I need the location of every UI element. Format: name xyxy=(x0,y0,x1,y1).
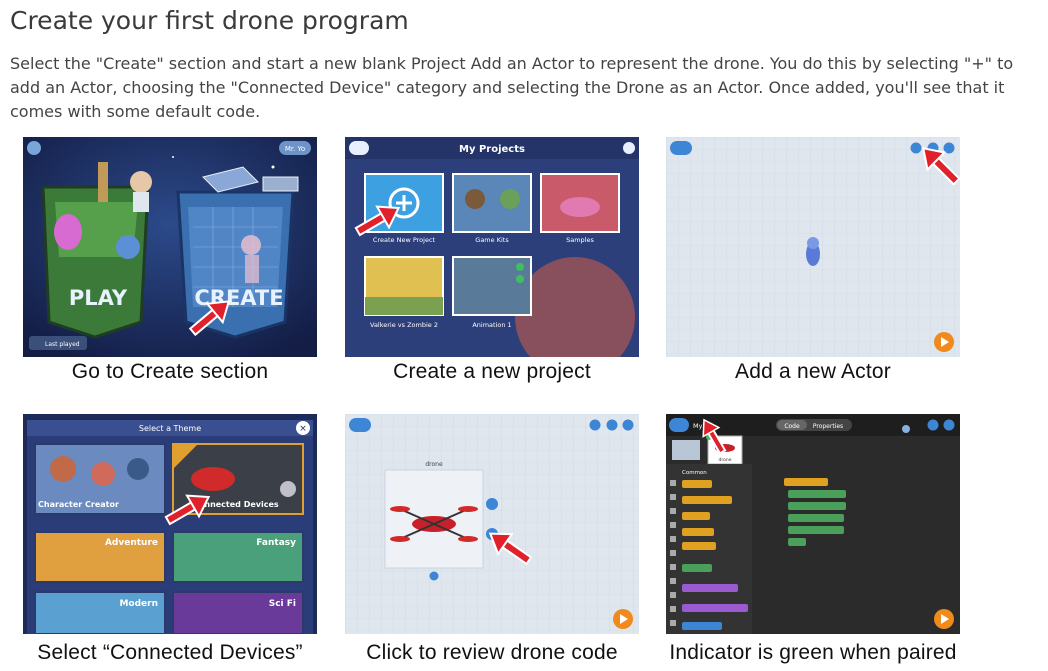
category-label: Common xyxy=(682,470,707,476)
theme-label: Fantasy xyxy=(256,538,296,548)
theme-label: Sci Fi xyxy=(269,599,296,609)
intro-paragraph: Select the "Create" section and start a … xyxy=(10,54,1014,121)
rotate-icon[interactable] xyxy=(429,571,439,581)
debug-icon[interactable] xyxy=(910,142,922,154)
step-caption: Add a new Actor xyxy=(735,360,891,383)
project-label: Create New Project xyxy=(373,236,436,244)
step-caption: Click to review drone code xyxy=(366,641,618,664)
screenshot-my-projects: My Projects Create New Project Game Kits… xyxy=(345,137,639,357)
menu-icon[interactable] xyxy=(623,142,635,154)
screenshot-drone-actor: drone xyxy=(345,414,639,634)
project-label: Game Kits xyxy=(475,236,509,244)
back-icon[interactable] xyxy=(669,418,689,432)
tab-properties[interactable]: Properties xyxy=(813,423,843,430)
debug-icon[interactable] xyxy=(589,419,601,431)
project-label: Samples xyxy=(566,236,594,244)
back-icon[interactable] xyxy=(349,418,371,432)
step-caption: Create a new project xyxy=(393,360,591,383)
my-projects-header: My Projects xyxy=(459,144,525,155)
theme-label: Character Creator xyxy=(38,500,119,509)
step-caption: Select “Connected Devices” xyxy=(37,641,303,664)
step-caption: Go to Create section xyxy=(71,360,269,383)
back-icon[interactable] xyxy=(670,141,692,155)
svg-text:×: × xyxy=(299,424,307,434)
screenshot-create-section: PLAY CREATE Mr. Yo Last played xyxy=(23,137,317,357)
screenshot-select-theme: Select a Theme × Character Creator Conne… xyxy=(23,414,317,634)
theme-label: Modern xyxy=(119,599,158,609)
settings-icon[interactable] xyxy=(902,425,910,433)
screenshot-add-actor xyxy=(666,137,960,357)
actor-label: drone xyxy=(425,461,443,468)
create-label[interactable]: CREATE xyxy=(194,286,283,310)
menu-icon[interactable] xyxy=(622,419,634,431)
screenshot-code-editor: My P Code Properties drone Common xyxy=(666,414,960,634)
user-badge-text: Mr. Yo xyxy=(285,145,305,153)
edit-icon[interactable] xyxy=(486,498,498,510)
add-icon[interactable] xyxy=(927,419,939,431)
game-kits-tile[interactable] xyxy=(452,173,532,233)
theme-label: Adventure xyxy=(105,538,158,548)
actor-label: drone xyxy=(719,457,732,463)
page-title: Create your first drone program xyxy=(10,6,409,35)
menu-icon[interactable] xyxy=(943,419,955,431)
project-label: Animation 1 xyxy=(472,321,511,329)
tab-code-label: Code xyxy=(784,423,800,430)
step-caption: Indicator is green when paired xyxy=(669,641,957,664)
add-icon[interactable] xyxy=(606,419,618,431)
info-icon[interactable] xyxy=(27,141,41,155)
back-icon[interactable] xyxy=(349,141,369,155)
last-played-text: Last played xyxy=(45,341,80,348)
theme-header: Select a Theme xyxy=(139,424,201,433)
play-label[interactable]: PLAY xyxy=(69,286,128,310)
project-label: Valkerie vs Zombie 2 xyxy=(370,321,438,329)
